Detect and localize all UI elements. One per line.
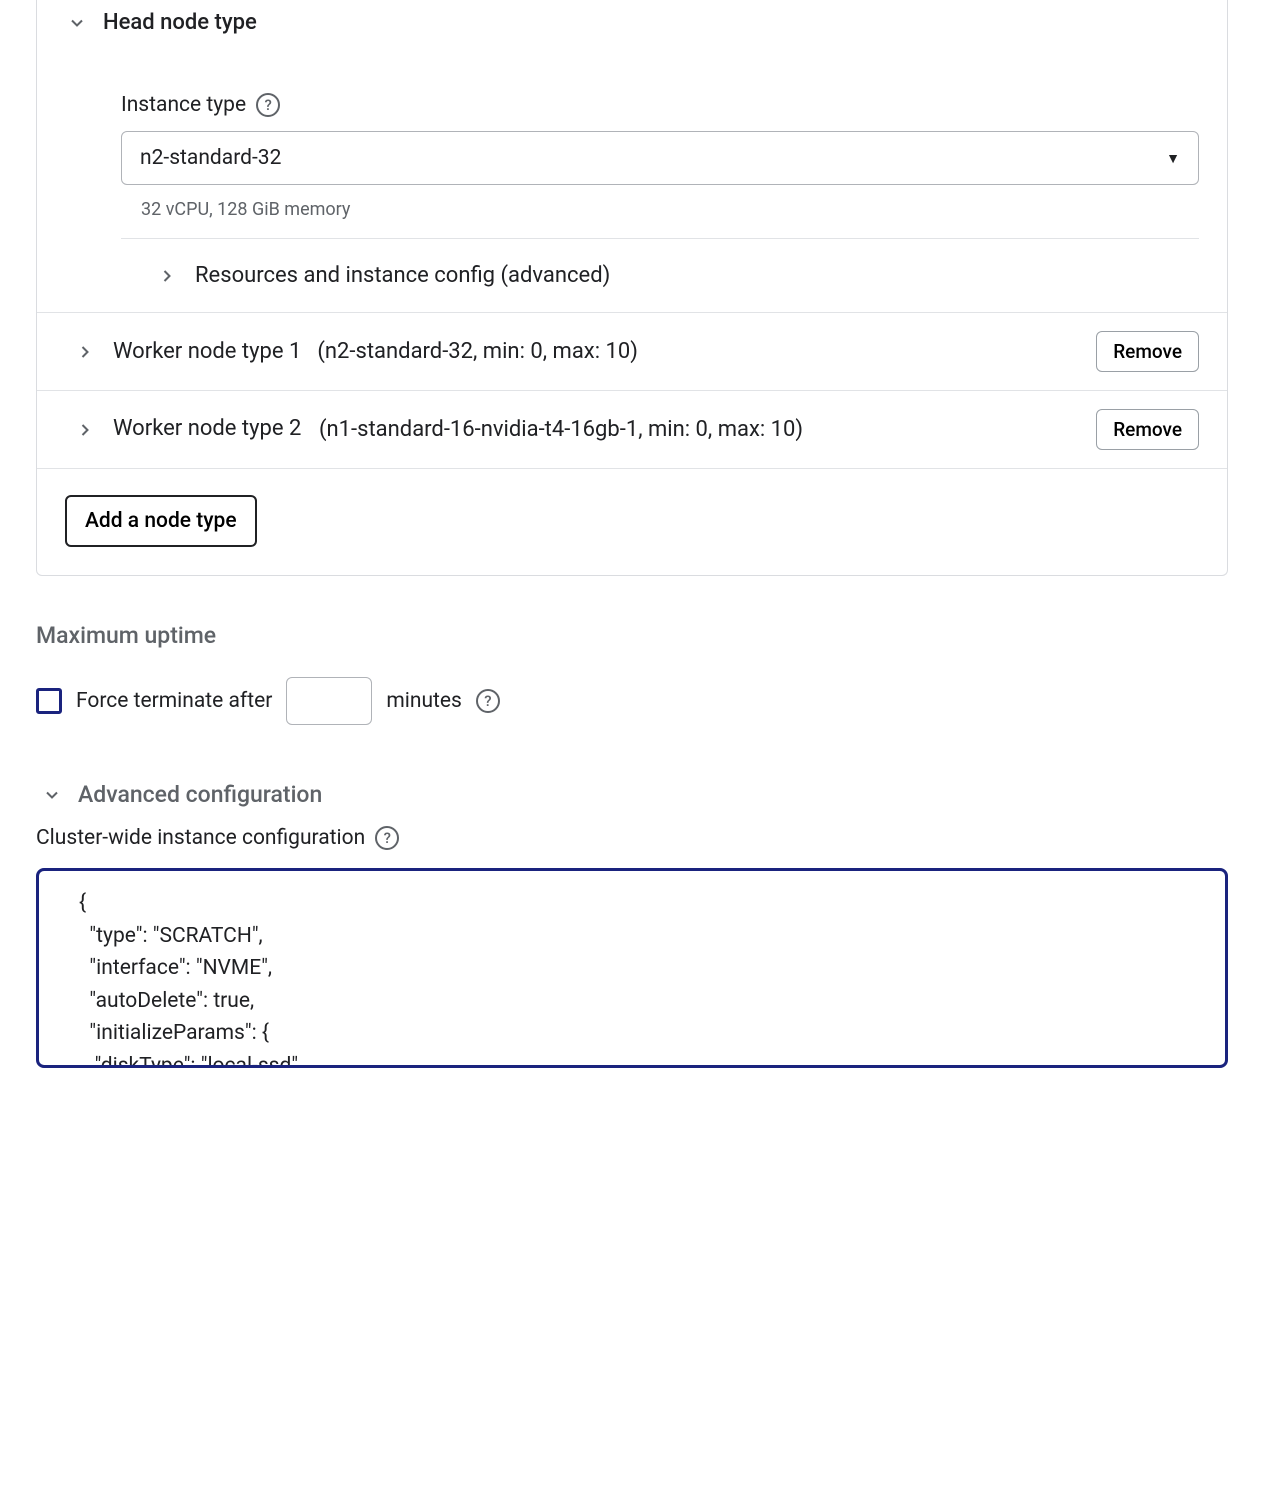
- help-icon[interactable]: ?: [476, 689, 500, 713]
- minutes-input[interactable]: [286, 677, 372, 725]
- caret-down-icon: ▼: [1166, 150, 1180, 167]
- cluster-config-label-row: Cluster-wide instance configuration ?: [36, 826, 1264, 850]
- chevron-down-icon: [65, 11, 89, 35]
- force-terminate-label: Force terminate after: [76, 689, 272, 713]
- instance-type-select[interactable]: n2-standard-32 ▼: [121, 131, 1199, 185]
- chevron-down-icon: [40, 783, 64, 807]
- remove-button[interactable]: Remove: [1096, 331, 1199, 372]
- chevron-right-icon: [73, 340, 97, 364]
- resources-advanced-row[interactable]: Resources and instance config (advanced): [93, 239, 1199, 312]
- cluster-config-label: Cluster-wide instance configuration: [36, 826, 365, 850]
- worker-node-row[interactable]: Worker node type 1 (n2-standard-32, min:…: [37, 312, 1227, 391]
- node-config-panel: Head node type Instance type ? n2-standa…: [36, 0, 1228, 576]
- instance-type-value: n2-standard-32: [140, 146, 281, 170]
- instance-type-field: Instance type ? n2-standard-32 ▼ 32 vCPU…: [37, 43, 1227, 312]
- worker-node-title: Worker node type 1: [113, 339, 301, 364]
- minutes-label: minutes: [386, 689, 462, 713]
- chevron-right-icon: [155, 264, 179, 288]
- worker-node-title: Worker node type 2: [113, 414, 303, 445]
- help-icon[interactable]: ?: [375, 826, 399, 850]
- instance-type-label: Instance type: [121, 93, 246, 117]
- head-node-section-header[interactable]: Head node type: [37, 0, 1227, 43]
- remove-button[interactable]: Remove: [1096, 409, 1199, 450]
- maximum-uptime-heading: Maximum uptime: [36, 622, 1264, 649]
- worker-node-details: (n1-standard-16-nvidia-t4-16gb-1, min: 0…: [319, 413, 1080, 446]
- chevron-right-icon: [73, 418, 97, 442]
- force-terminate-row: Force terminate after minutes ?: [36, 677, 1264, 725]
- advanced-config-title: Advanced configuration: [78, 781, 322, 808]
- advanced-config-header[interactable]: Advanced configuration: [40, 781, 1264, 808]
- instance-specs: 32 vCPU, 128 GiB memory: [141, 199, 1199, 220]
- worker-node-row[interactable]: Worker node type 2 (n1-standard-16-nvidi…: [37, 391, 1227, 469]
- add-node-type-button[interactable]: Add a node type: [65, 495, 257, 547]
- worker-node-details: (n2-standard-32, min: 0, max: 10): [317, 335, 1080, 368]
- force-terminate-checkbox[interactable]: [36, 688, 62, 714]
- head-node-title: Head node type: [103, 10, 257, 35]
- cluster-config-textarea[interactable]: { "type": "SCRATCH", "interface": "NVME"…: [36, 868, 1228, 1068]
- instance-type-label-row: Instance type ?: [121, 93, 1199, 117]
- resources-advanced-label: Resources and instance config (advanced): [195, 263, 610, 288]
- help-icon[interactable]: ?: [256, 93, 280, 117]
